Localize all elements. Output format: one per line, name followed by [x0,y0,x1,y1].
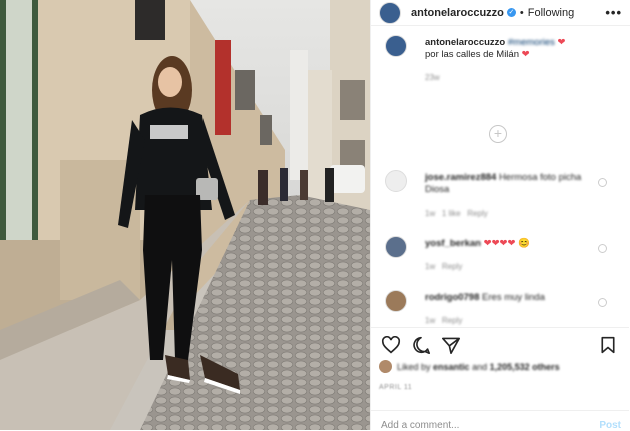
instagram-post-modal: antonelaroccuzzo ✓ • Following ••• anton… [0,0,630,431]
comment-username[interactable]: yosf_berkan [425,238,481,249]
comment-text: jose.ramirez884 Hermosa foto picha Diosa [425,172,593,196]
post-photo[interactable] [0,0,370,430]
reply-button[interactable]: Reply [467,209,487,218]
comment-meta: 1w Reply [425,316,462,325]
post-header: antonelaroccuzzo ✓ • Following ••• [371,0,630,26]
likes-count[interactable]: 1,205,532 others [490,362,560,372]
comment-like-icon[interactable] [598,244,607,253]
author-username[interactable]: antonelaroccuzzo [411,7,504,19]
author-avatar[interactable] [379,1,401,24]
comment-avatar[interactable] [385,290,407,312]
comment-avatar[interactable] [385,170,407,192]
likes-middle: and [472,361,488,372]
caption-row: antonelaroccuzzo #memories ❤ por las cal… [379,35,619,95]
add-comment-bar: Add a comment... Post [371,410,629,431]
post-date: APRIL 11 [379,384,413,391]
more-options-icon[interactable]: ••• [605,5,622,20]
likes-prefix: Liked by [397,361,431,372]
header-separator: • [519,6,524,19]
comment-icon[interactable] [411,336,431,354]
verified-badge-icon: ✓ [506,8,516,17]
caption-avatar[interactable] [385,35,407,57]
comment-age: 1w [425,262,436,271]
comment-age: 1w [425,209,436,218]
caption-username[interactable]: antonelaroccuzzo [425,37,505,48]
comment-text: rodrigo0798 Eres muy linda [425,292,593,304]
following-button[interactable]: Following [528,7,574,19]
comment-body: ❤❤❤❤ [483,238,516,249]
comment-body: Eres muy linda [482,292,545,303]
caption-heart-1: ❤ [557,37,566,48]
comment-meta: 1w 1 like Reply [425,209,488,218]
street-photo-illustration [0,0,370,430]
comment-username[interactable]: jose.ramirez884 [425,172,496,183]
liker-avatar[interactable] [379,360,392,373]
comment-like-icon[interactable] [598,298,607,307]
share-icon[interactable] [441,336,461,354]
action-bar [371,327,629,358]
comment-meta: 1w Reply [425,262,462,271]
reply-button[interactable]: Reply [442,316,462,325]
caption-age: 23w [425,73,440,82]
post-comment-button[interactable]: Post [599,420,621,431]
likes-user[interactable]: ensantic [433,362,470,372]
comment-row: jose.ramirez884 Hermosa foto picha Diosa… [379,170,619,220]
comment-text: yosf_berkan ❤❤❤❤ 😊 [425,238,593,250]
caption-hashtag[interactable]: #memories [508,37,555,48]
heart-icon[interactable] [381,336,401,354]
comment-username[interactable]: rodrigo0798 [425,292,479,303]
likes-summary: Liked by ensantic and 1,205,532 others [379,360,560,373]
comment-emoji: 😊 [518,238,530,249]
likes-text[interactable]: Liked by ensantic and 1,205,532 others [397,362,560,372]
add-comment-input[interactable]: Add a comment... [381,420,459,431]
caption-line-2: por las calles de Milán [425,49,519,60]
comment-like-icon[interactable] [598,178,607,187]
bookmark-icon[interactable] [599,336,617,354]
comment-row: rodrigo0798 Eres muy linda 1w Reply [379,290,619,327]
comment-likes[interactable]: 1 like [442,209,461,218]
comment-avatar[interactable] [385,236,407,258]
caption-heart-2: ❤ [521,49,530,60]
caption-text: antonelaroccuzzo #memories ❤ por las cal… [425,37,593,61]
comment-row: yosf_berkan ❤❤❤❤ 😊 1w Reply [379,236,619,276]
comments-section: antonelaroccuzzo #memories ❤ por las cal… [371,27,629,327]
comment-age: 1w [425,316,436,325]
load-more-comments-icon[interactable]: + [489,125,507,143]
reply-button[interactable]: Reply [442,262,462,271]
post-side-panel: antonelaroccuzzo ✓ • Following ••• anton… [370,0,630,431]
